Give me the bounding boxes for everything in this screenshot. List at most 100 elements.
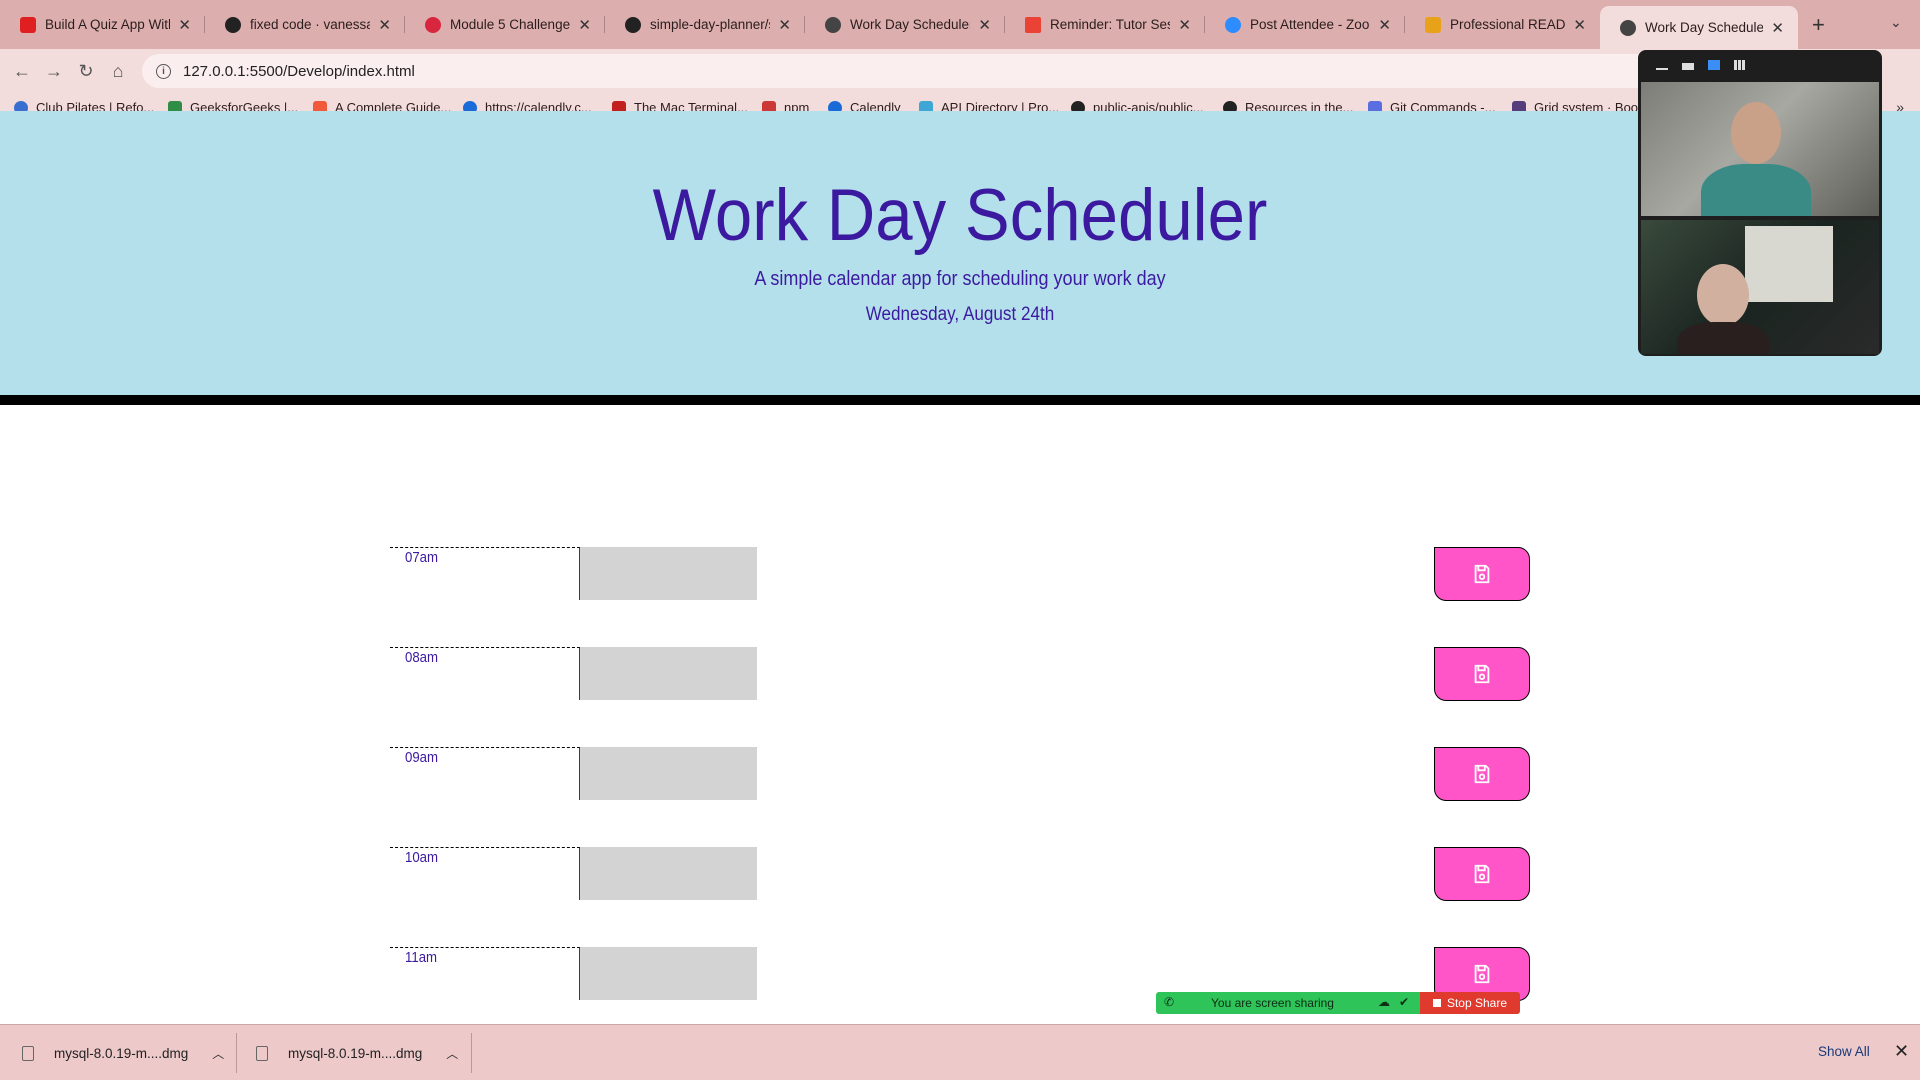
tab-5[interactable]: Work Day Scheduler ✕ [805,6,1005,43]
save-icon [1474,564,1490,584]
address-bar[interactable]: i 127.0.0.1:5500/Develop/index.html [142,54,1822,88]
shield-icon: ✔ [1399,995,1410,1009]
page-subtitle: A simple calendar app for scheduling you… [754,268,1166,290]
background-artwork [1745,226,1833,302]
participant-body [1701,164,1811,216]
close-tab-icon[interactable]: ✕ [1378,16,1391,34]
save-icon [1474,764,1490,784]
hour-label: 10am [390,847,580,900]
save-icon [1474,664,1490,684]
close-tab-icon[interactable]: ✕ [1178,16,1191,34]
screen-sharing-bar: ✆ You are screen sharing ☁ ✔ Stop Share [1156,992,1520,1014]
tab-active[interactable]: Work Day Scheduler ✕ [1600,6,1798,49]
chevron-down-icon[interactable]: ⌄ [1890,14,1902,31]
current-day: Wednesday, August 24th [865,304,1055,325]
event-description-textarea[interactable] [580,847,757,900]
download-filename: mysql-8.0.19-m....dmg [54,1045,189,1061]
module-icon [425,16,441,33]
participant-body [1677,322,1769,354]
forward-arrow-icon[interactable]: → [41,58,67,84]
event-description-textarea[interactable] [580,947,757,1000]
globe-icon [1620,19,1636,36]
save-button[interactable] [1434,547,1530,601]
tab-title: Work Day Scheduler [850,17,971,32]
close-tab-icon[interactable]: ✕ [778,16,791,34]
phone-icon: ✆ [1164,995,1175,1009]
tab-title: Build A Quiz App With J [45,17,170,32]
tab-title: Post Attendee - Zoom [1250,17,1371,32]
tab-2[interactable]: fixed code · vanessaja ✕ [205,6,405,43]
download-filename: mysql-8.0.19-m....dmg [288,1045,423,1061]
hour-label: 07am [390,547,580,600]
time-block: 09am [390,747,1530,801]
download-shelf: mysql-8.0.19-m....dmg ︿ mysql-8.0.19-m..… [0,1024,1920,1080]
tab-title: fixed code · vanessaja [250,17,371,32]
gmail-icon [1025,16,1041,33]
event-description-textarea[interactable] [580,647,757,700]
hour-label: 09am [390,747,580,800]
browser-tab-bar: Build A Quiz App With J ✕ fixed code · v… [0,0,1920,49]
zoom-icon [1225,16,1241,33]
tab-4[interactable]: simple-day-planner/scr ✕ [605,6,805,43]
stop-icon [1432,999,1441,1007]
url-text: 127.0.0.1:5500/Develop/index.html [183,62,415,80]
save-icon [1474,964,1490,984]
single-view-icon[interactable] [1682,63,1694,70]
save-icon [1474,864,1490,884]
tab-8[interactable]: Professional README G ✕ [1405,6,1600,43]
close-tab-icon[interactable]: ✕ [378,16,391,34]
speaker-view-icon[interactable] [1708,60,1720,70]
info-icon[interactable]: i [156,63,171,79]
tab-title: Professional README G [1450,17,1566,32]
back-arrow-icon[interactable]: ← [9,58,35,84]
browser-toolbar: ← → ↻ ⌂ i 127.0.0.1:5500/Develop/index.h… [0,49,1920,93]
chevron-up-icon[interactable]: ︿ [212,1045,224,1062]
close-tab-icon[interactable]: ✕ [1771,19,1784,37]
readme-icon [1425,16,1441,33]
zoom-video-panel[interactable] [1638,50,1882,356]
time-block: 08am [390,647,1530,701]
time-block: 10am [390,847,1530,901]
close-tab-icon[interactable]: ✕ [178,16,191,34]
divider [471,1033,472,1073]
close-tab-icon[interactable]: ✕ [978,16,991,34]
event-description-textarea[interactable] [580,747,757,800]
tab-title: Reminder: Tutor Sessio [1050,17,1170,32]
download-item[interactable]: mysql-8.0.19-m....dmg ︿ [256,1025,458,1080]
close-tab-icon[interactable]: ✕ [1573,16,1586,34]
show-all-button[interactable]: Show All [1818,1044,1870,1059]
globe-icon [825,16,841,33]
event-description-textarea[interactable] [580,547,757,600]
tab-6[interactable]: Reminder: Tutor Sessio ✕ [1005,6,1205,43]
tab-7[interactable]: Post Attendee - Zoom ✕ [1205,6,1405,43]
gallery-view-icon[interactable] [1734,60,1746,70]
minimize-icon[interactable] [1656,60,1668,70]
home-icon[interactable]: ⌂ [105,58,131,84]
close-icon[interactable]: ✕ [1894,1041,1909,1062]
time-block: 07am [390,547,1530,601]
github-icon [625,16,641,33]
save-button[interactable] [1434,847,1530,901]
tab-title: simple-day-planner/scr [650,17,770,32]
save-button[interactable] [1434,647,1530,701]
file-icon [256,1045,268,1061]
hour-label: 11am [390,947,580,1000]
page-title: Work Day Scheduler [652,175,1268,256]
participant-avatar [1731,102,1781,164]
tab-3[interactable]: Module 5 Challenge ✕ [405,6,605,43]
new-tab-button[interactable]: + [1812,12,1825,38]
close-tab-icon[interactable]: ✕ [578,16,591,34]
hour-label: 08am [390,647,580,700]
participant-video [1641,220,1879,354]
reload-icon[interactable]: ↻ [73,58,99,84]
tab-title: Work Day Scheduler [1645,20,1764,35]
cloud-icon: ☁ [1378,995,1390,1009]
save-button[interactable] [1434,747,1530,801]
chevron-up-icon[interactable]: ︿ [446,1045,458,1062]
stop-share-button[interactable]: Stop Share [1420,992,1520,1014]
divider [236,1033,237,1073]
sharing-status-text: You are screen sharing [1211,996,1334,1010]
github-icon [225,16,241,33]
download-item[interactable]: mysql-8.0.19-m....dmg ︿ [22,1025,224,1080]
tab-1[interactable]: Build A Quiz App With J ✕ [0,6,205,43]
